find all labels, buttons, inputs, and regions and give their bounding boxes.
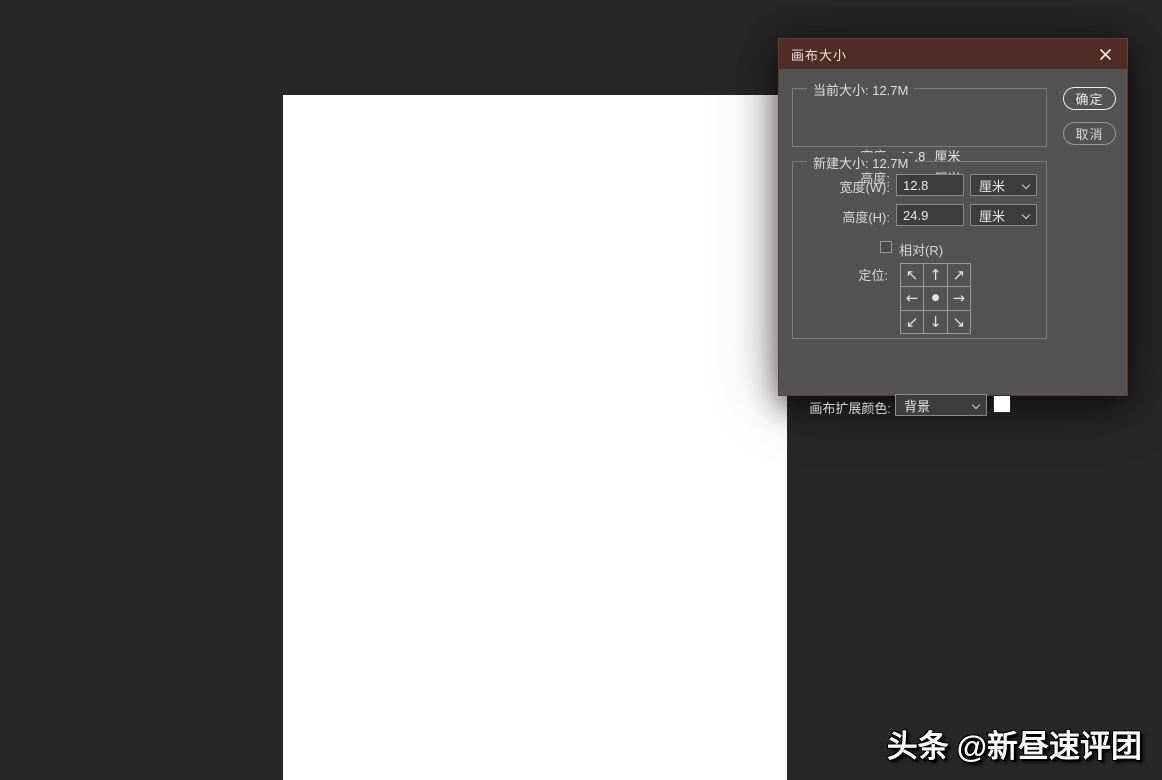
height-input[interactable] — [896, 204, 964, 226]
extension-color-label: 画布扩展颜色: — [779, 398, 891, 417]
anchor-cell-bottom-left[interactable]: ↙ — [901, 311, 924, 334]
watermark-handle: @新昼速评团 — [957, 729, 1142, 764]
new-size-group: 新建大小: 12.7M 宽度(W): 厘米 高度(H): 厘米 相对(R) 定位… — [792, 161, 1047, 339]
extension-color-value: 背景 — [904, 396, 930, 415]
new-width-label: 宽度(W): — [793, 177, 890, 196]
extension-color-row: 画布扩展颜色: 背景 — [779, 394, 1127, 416]
width-input[interactable] — [896, 174, 964, 196]
anchor-label: 定位: — [793, 265, 888, 284]
anchor-cell-top-left[interactable]: ↖ — [901, 264, 924, 287]
relative-row: 相对(R) — [793, 240, 1046, 256]
new-height-label: 高度(H): — [793, 207, 890, 226]
new-size-legend: 新建大小: 12.7M — [807, 153, 914, 172]
anchor-cell-top-right[interactable]: ↗ — [948, 264, 971, 287]
dialog-title: 画布大小 — [791, 45, 847, 64]
width-unit-value: 厘米 — [979, 176, 1005, 195]
chevron-down-icon — [972, 401, 980, 409]
relative-checkbox[interactable] — [880, 241, 892, 253]
anchor-cell-bottom[interactable]: ↓ — [924, 311, 947, 334]
anchor-cell-bottom-right[interactable]: ↘ — [948, 311, 971, 334]
width-unit-dropdown[interactable]: 厘米 — [970, 174, 1037, 196]
anchor-cell-top[interactable]: ↑ — [924, 264, 947, 287]
current-size-group: 当前大小: 12.7M 宽度:12.8厘米 高度:24.9厘米 — [792, 88, 1047, 147]
document-canvas — [283, 95, 787, 780]
extension-color-dropdown[interactable]: 背景 — [895, 394, 987, 416]
close-button[interactable] — [1095, 44, 1115, 64]
anchor-grid: ↖ ↑ ↗ ← ● → ↙ ↓ ↘ — [900, 263, 971, 334]
cancel-button[interactable]: 取消 — [1063, 122, 1116, 145]
ok-button[interactable]: 确定 — [1063, 87, 1116, 110]
relative-label: 相对(R) — [899, 240, 943, 259]
height-unit-dropdown[interactable]: 厘米 — [970, 204, 1037, 226]
extension-color-swatch[interactable] — [993, 395, 1011, 413]
anchor-cell-center[interactable]: ● — [924, 287, 947, 310]
dialog-titlebar[interactable]: 画布大小 — [779, 39, 1127, 69]
watermark-brand: 头条 — [887, 729, 949, 764]
watermark: 头条@新昼速评团 — [887, 721, 1142, 766]
canvas-size-dialog: 画布大小 当前大小: 12.7M 宽度:12.8厘米 高度:24.9厘米 新建大… — [778, 38, 1128, 396]
new-height-row: 高度(H): 厘米 — [793, 204, 1046, 226]
anchor-cell-right[interactable]: → — [948, 287, 971, 310]
chevron-down-icon — [1022, 211, 1030, 219]
new-width-row: 宽度(W): 厘米 — [793, 174, 1046, 196]
height-unit-value: 厘米 — [979, 206, 1005, 225]
current-size-legend: 当前大小: 12.7M — [807, 80, 914, 99]
anchor-cell-left[interactable]: ← — [901, 287, 924, 310]
close-icon — [1099, 48, 1112, 61]
chevron-down-icon — [1022, 181, 1030, 189]
